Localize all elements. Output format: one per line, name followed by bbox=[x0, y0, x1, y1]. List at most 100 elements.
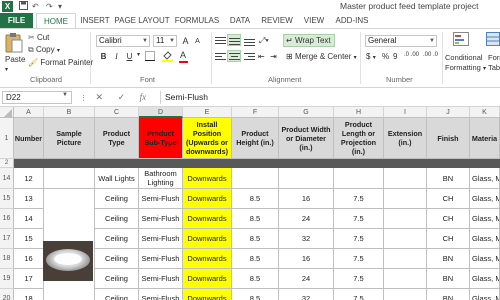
decrease-decimal-button[interactable]: .00 .0 bbox=[423, 50, 438, 61]
table-cell[interactable]: Ceiling bbox=[95, 229, 139, 249]
conditional-formatting-icon[interactable] bbox=[453, 32, 469, 49]
fill-color-button[interactable] bbox=[162, 51, 173, 65]
italic-button[interactable]: I bbox=[110, 51, 123, 63]
table-cell[interactable]: Glass, Me bbox=[470, 289, 500, 300]
header-cell[interactable]: Materia bbox=[470, 118, 500, 159]
font-size-select[interactable]: 11 ▼ bbox=[153, 35, 177, 47]
table-cell[interactable]: 16 bbox=[279, 189, 334, 209]
table-cell[interactable]: Ceiling bbox=[95, 209, 139, 229]
column-header-f[interactable]: F bbox=[232, 107, 279, 118]
tab-view[interactable]: VIEW bbox=[300, 13, 328, 28]
row-header[interactable]: 20 bbox=[0, 289, 14, 300]
table-cell[interactable]: 7.5 bbox=[334, 269, 384, 289]
table-cell[interactable]: 7.5 bbox=[334, 229, 384, 249]
table-cell[interactable]: Downwards bbox=[183, 249, 232, 269]
row-header[interactable]: 15 bbox=[0, 189, 14, 209]
column-header-e[interactable]: E bbox=[183, 107, 232, 118]
table-cell[interactable]: 17 bbox=[14, 269, 44, 289]
underline-button[interactable]: U bbox=[123, 51, 136, 63]
table-cell[interactable]: BN bbox=[427, 269, 470, 289]
format-as-table-icon[interactable] bbox=[486, 32, 500, 49]
tab-file[interactable]: FILE bbox=[0, 13, 33, 28]
table-cell[interactable]: 32 bbox=[279, 289, 334, 300]
table-cell[interactable]: Glass, Me bbox=[470, 249, 500, 269]
table-cell[interactable] bbox=[279, 168, 334, 189]
customize-quick-access-icon[interactable]: ▾ bbox=[58, 1, 62, 12]
table-cell[interactable]: 8.5 bbox=[232, 209, 279, 229]
tab-add-ins[interactable]: ADD-INS bbox=[332, 13, 372, 28]
tab-insert[interactable]: INSERT bbox=[78, 13, 112, 28]
insert-function-icon[interactable]: fx bbox=[140, 92, 147, 102]
header-cell[interactable]: Number bbox=[14, 118, 44, 159]
table-cell[interactable]: 7.5 bbox=[334, 189, 384, 209]
table-cell[interactable]: Semi-Flush bbox=[139, 209, 183, 229]
table-cell[interactable]: Ceiling bbox=[95, 249, 139, 269]
table-cell[interactable]: 16 bbox=[279, 249, 334, 269]
table-cell[interactable]: BN bbox=[427, 289, 470, 300]
enter-icon[interactable]: ✓ bbox=[118, 92, 126, 102]
table-cell[interactable]: Semi-Flush bbox=[139, 249, 183, 269]
table-cell[interactable]: Wall Lights bbox=[95, 168, 139, 189]
table-cell[interactable]: 7.5 bbox=[334, 209, 384, 229]
product-image-ceiling-light[interactable] bbox=[43, 241, 93, 281]
table-cell[interactable]: 13 bbox=[14, 189, 44, 209]
table-cell[interactable]: 7.5 bbox=[334, 289, 384, 300]
align-right-icon[interactable] bbox=[243, 51, 256, 62]
table-cell[interactable]: 12 bbox=[14, 168, 44, 189]
table-cell[interactable]: Glass, Me bbox=[470, 189, 500, 209]
row-header[interactable]: 2 bbox=[0, 159, 14, 168]
table-cell[interactable]: Bathroom Lighting bbox=[139, 168, 183, 189]
header-cell[interactable]: Extension (in.) bbox=[384, 118, 427, 159]
redo-icon[interactable]: ↷ bbox=[46, 1, 53, 12]
copy-button[interactable]: ⧉ Copy ▾ bbox=[28, 44, 60, 57]
header-cell[interactable]: Install Position (Upwards or downwards) bbox=[183, 118, 232, 159]
underline-dropdown-icon[interactable]: ▾ bbox=[137, 50, 140, 61]
bottom-align-icon[interactable] bbox=[243, 37, 256, 48]
table-cell[interactable]: BN bbox=[427, 168, 470, 189]
table-cell[interactable]: Glass, Me bbox=[470, 209, 500, 229]
tab-formulas[interactable]: FORMULAS bbox=[173, 13, 221, 28]
table-cell[interactable] bbox=[384, 168, 427, 189]
column-header-k[interactable]: K bbox=[470, 107, 500, 118]
header-cell[interactable]: Product Type bbox=[95, 118, 139, 159]
row-header[interactable]: 17 bbox=[0, 229, 14, 249]
table-cell[interactable]: Ceiling bbox=[95, 269, 139, 289]
table-cell[interactable] bbox=[384, 229, 427, 249]
tab-page-layout[interactable]: PAGE LAYOUT bbox=[114, 13, 170, 28]
table-cell[interactable]: 14 bbox=[14, 209, 44, 229]
align-center-icon[interactable] bbox=[228, 51, 241, 62]
table-cell[interactable]: Semi-Flush bbox=[139, 269, 183, 289]
table-cell[interactable]: Downwards bbox=[183, 209, 232, 229]
align-left-icon[interactable] bbox=[214, 51, 227, 62]
paste-dropdown-icon[interactable]: ▾ bbox=[5, 65, 8, 76]
table-cell[interactable] bbox=[384, 189, 427, 209]
shrink-font-button[interactable]: A bbox=[191, 36, 204, 48]
column-header-h[interactable]: H bbox=[334, 107, 384, 118]
table-cell[interactable]: Downwards bbox=[183, 269, 232, 289]
header-cell[interactable]: Sample Picture bbox=[44, 118, 95, 159]
table-cell[interactable] bbox=[384, 289, 427, 300]
header-cell[interactable]: Finish bbox=[427, 118, 470, 159]
comma-button[interactable]: 9 bbox=[393, 51, 397, 62]
cut-button[interactable]: ✂ Cut bbox=[28, 32, 49, 43]
table-cell[interactable]: CH bbox=[427, 189, 470, 209]
table-cell[interactable]: 24 bbox=[279, 269, 334, 289]
column-header-a[interactable]: A bbox=[14, 107, 44, 118]
percent-button[interactable]: % bbox=[382, 51, 389, 62]
column-header-i[interactable]: I bbox=[384, 107, 427, 118]
table-cell[interactable]: Semi-Flush bbox=[139, 189, 183, 209]
table-cell[interactable]: Glass, Me bbox=[470, 168, 500, 189]
column-header-j[interactable]: J bbox=[427, 107, 470, 118]
table-cell[interactable]: 8.5 bbox=[232, 189, 279, 209]
formula-input[interactable]: Semi-Flush bbox=[160, 91, 498, 104]
format-painter-button[interactable]: 🖌 Format Painter bbox=[28, 57, 93, 68]
row-header[interactable]: 16 bbox=[0, 209, 14, 229]
header-cell[interactable]: Product Height (in.) bbox=[232, 118, 279, 159]
table-cell[interactable]: 15 bbox=[14, 229, 44, 249]
table-cell[interactable] bbox=[384, 209, 427, 229]
table-cell[interactable]: Ceiling bbox=[95, 189, 139, 209]
table-cell[interactable]: 8.5 bbox=[232, 289, 279, 300]
increase-decimal-button[interactable]: .0 .00 bbox=[404, 50, 419, 61]
tab-review[interactable]: REVIEW bbox=[258, 13, 296, 28]
table-cell[interactable]: Glass, Me bbox=[470, 229, 500, 249]
